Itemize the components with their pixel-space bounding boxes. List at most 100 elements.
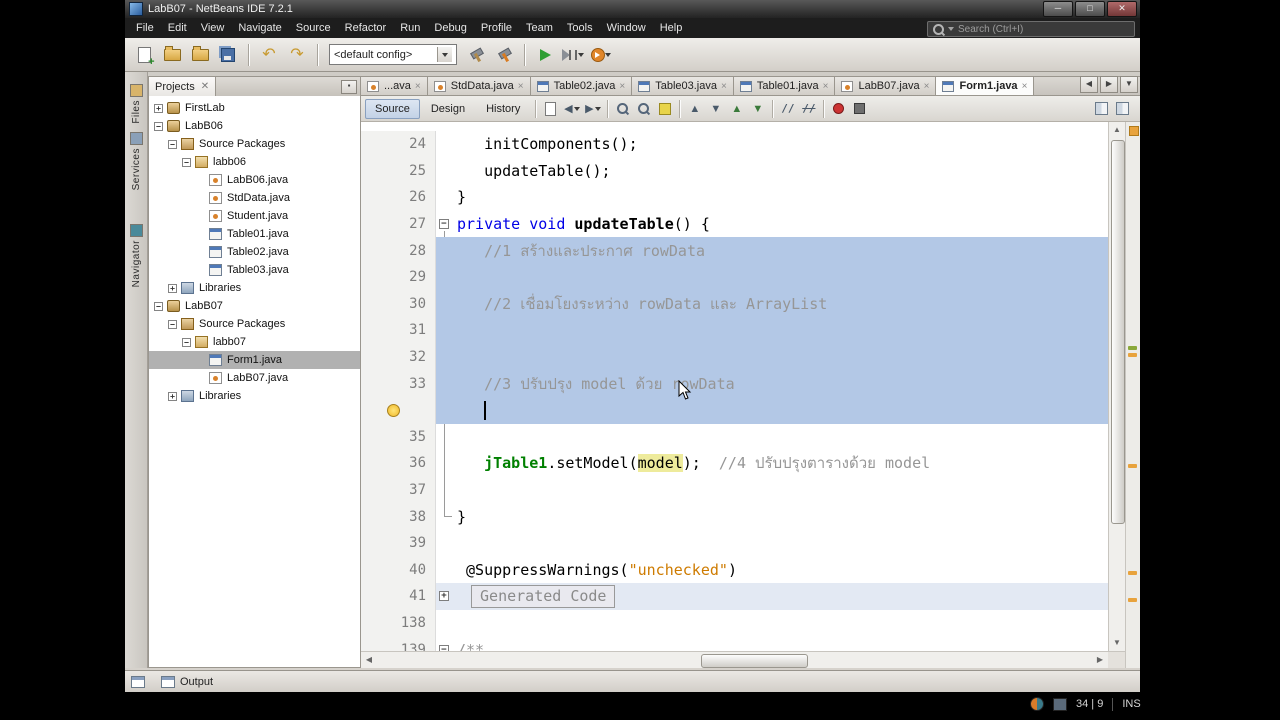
minimize-panel-button[interactable]: ▪ [341, 80, 357, 94]
code-line-39[interactable]: 39 [361, 529, 1108, 557]
code-line-32[interactable]: 32 [361, 343, 1108, 371]
tab-close-icon[interactable]: × [721, 81, 727, 92]
open-project-button[interactable] [187, 42, 213, 68]
expander-minus-icon[interactable]: − [154, 301, 163, 311]
toggle-highlight-button[interactable] [655, 99, 674, 118]
minimize-button[interactable]: ─ [1043, 1, 1073, 17]
tab-stddata-java[interactable]: StdData.java × [427, 77, 531, 95]
code-line-25[interactable]: 25 updateTable(); [361, 157, 1108, 185]
tree-item-source-packages[interactable]: − Source Packages [149, 135, 360, 153]
back-button[interactable]: ◀ [562, 99, 581, 118]
tab-scroll-left-button[interactable]: ◀ [1080, 76, 1098, 93]
forward-dropdown-icon[interactable] [594, 106, 601, 111]
expander-plus-icon[interactable]: + [154, 103, 163, 113]
tab-table03-java[interactable]: Table03.java × [632, 77, 734, 95]
expander-plus-icon[interactable]: + [168, 391, 177, 401]
run-button[interactable] [532, 42, 558, 68]
tree-item-labb06[interactable]: − labb06 [149, 153, 360, 171]
tab-scroll-right-button[interactable]: ▶ [1100, 76, 1118, 93]
close-button[interactable]: ✕ [1107, 1, 1137, 17]
uncomment-button[interactable]: // [799, 99, 818, 118]
code-line-36[interactable]: 36 jTable1 .setModel(model); //4 ปรับปรุง… [361, 450, 1108, 477]
tree-item-table02-java[interactable]: Table02.java [149, 243, 360, 261]
menu-source[interactable]: Source [289, 20, 338, 36]
scroll-up-icon[interactable]: ▲ [1111, 124, 1123, 136]
maximize-button[interactable]: □ [1075, 1, 1105, 17]
code-editor[interactable]: 24 initComponents(); 25 updateTable(); 26}… [361, 122, 1108, 651]
code-line-37[interactable]: 37 [361, 476, 1108, 504]
tree-item-labb07[interactable]: − labb07 [149, 333, 360, 351]
tree-item-labb06-java[interactable]: LabB06.java [149, 171, 360, 189]
code-line-33[interactable]: 33 //3 ปรับปรุง model ด้วย rowData [361, 370, 1108, 397]
forward-button[interactable]: ▶ [583, 99, 602, 118]
menu-refactor[interactable]: Refactor [338, 20, 394, 36]
redo-button[interactable]: ↷ [284, 42, 310, 68]
new-project-button[interactable] [159, 42, 185, 68]
stop-macro-button[interactable] [850, 99, 869, 118]
menu-profile[interactable]: Profile [474, 20, 519, 36]
next-bookmark-button[interactable]: ▼ [706, 99, 725, 118]
lightbulb-icon[interactable] [387, 403, 400, 417]
tree-item-labb07-java[interactable]: LabB07.java [149, 369, 360, 387]
tree-item-form1-java[interactable]: Form1.java [149, 351, 360, 369]
next-usage-button[interactable]: ▼ [748, 99, 767, 118]
view-history-button[interactable]: History [476, 99, 530, 119]
undo-button[interactable]: ↶ [256, 42, 282, 68]
tree-item-student-java[interactable]: Student.java [149, 207, 360, 225]
code-line-34[interactable] [361, 396, 1108, 424]
code-line-139[interactable]: 139−/** [361, 636, 1108, 651]
title-bar[interactable]: LabB07 - NetBeans IDE 7.2.1 ─ □ ✕ [125, 0, 1140, 18]
tree-item-libraries[interactable]: + Libraries [149, 279, 360, 297]
tab-close-icon[interactable]: × [1022, 81, 1028, 92]
tree-item-labb07[interactable]: − LabB07 [149, 297, 360, 315]
tab-close-icon[interactable]: × [823, 81, 829, 92]
comment-button[interactable]: // [778, 99, 797, 118]
code-line-35[interactable]: 35 [361, 423, 1108, 451]
annotate-button[interactable] [1113, 99, 1132, 118]
notification-icon[interactable] [1030, 697, 1044, 711]
menu-edit[interactable]: Edit [161, 20, 194, 36]
search-dropdown-icon[interactable] [948, 27, 954, 31]
quick-search-input[interactable]: Search (Ctrl+I) [927, 21, 1135, 37]
expander-minus-icon[interactable]: − [182, 157, 191, 167]
last-edit-button[interactable] [541, 99, 560, 118]
strip-services[interactable]: Services [129, 131, 143, 190]
tab-form1-java[interactable]: Form1.java × [936, 77, 1035, 95]
tab-close-icon[interactable]: × [415, 81, 421, 92]
record-macro-button[interactable] [829, 99, 848, 118]
clean-build-button[interactable] [491, 42, 517, 68]
collapsed-fold-generated-code[interactable]: Generated Code [471, 584, 616, 608]
vertical-scroll-thumb[interactable] [1111, 140, 1125, 524]
strip-navigator[interactable]: Navigator [129, 223, 143, 287]
vertical-scrollbar[interactable]: ▲ ▼ [1108, 122, 1125, 651]
error-stripe-status-icon[interactable] [1129, 126, 1139, 136]
menu-navigate[interactable]: Navigate [231, 20, 288, 36]
stripe-mark[interactable] [1128, 353, 1137, 357]
horizontal-scroll-thumb[interactable] [701, 654, 808, 668]
view-design-button[interactable]: Design [421, 99, 475, 119]
previous-bookmark-button[interactable]: ▲ [685, 99, 704, 118]
chevron-down-icon[interactable] [437, 47, 452, 62]
scroll-down-icon[interactable]: ▼ [1111, 637, 1123, 649]
config-select[interactable]: <default config> [329, 44, 457, 65]
menu-tools[interactable]: Tools [560, 20, 600, 36]
tab-close-icon[interactable]: × [518, 81, 524, 92]
expander-plus-icon[interactable]: + [168, 283, 177, 293]
find-next-button[interactable] [634, 99, 653, 118]
previous-usage-button[interactable]: ▲ [727, 99, 746, 118]
debug-button[interactable] [560, 42, 586, 68]
menu-run[interactable]: Run [393, 20, 427, 36]
tab-labb07-java[interactable]: LabB07.java × [835, 77, 937, 95]
tab-table01-java[interactable]: Table01.java × [733, 77, 836, 95]
expander-minus-icon[interactable]: − [182, 337, 191, 347]
profile-dropdown-icon[interactable] [605, 52, 611, 57]
horizontal-scrollbar[interactable]: ◀ ▶ [361, 651, 1108, 668]
menu-window[interactable]: Window [600, 20, 653, 36]
code-line-28[interactable]: 28 //1 สร้างและประกาศ rowData [361, 237, 1108, 264]
tab-table02-java[interactable]: Table02.java × [530, 77, 633, 95]
tab-list-dropdown-button[interactable]: ▼ [1120, 76, 1138, 93]
tab-close-icon[interactable]: × [924, 81, 930, 92]
code-line-30[interactable]: 30 //2 เชื่อมโยงระหว่าง rowData และ Arra… [361, 290, 1108, 318]
expander-minus-icon[interactable]: − [168, 139, 177, 149]
output-tab[interactable]: Output [155, 674, 219, 690]
